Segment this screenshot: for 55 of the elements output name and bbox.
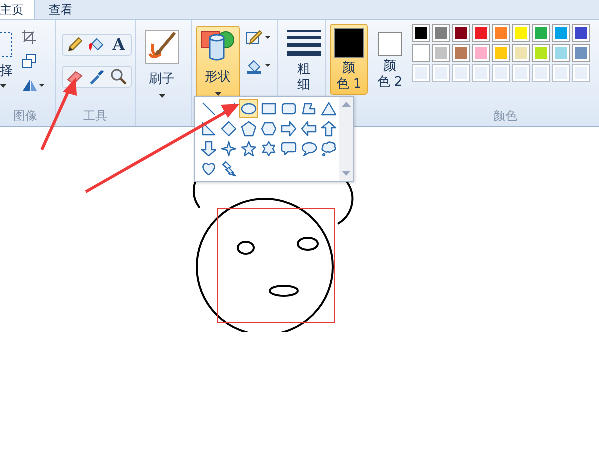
palette-swatch[interactable] [532, 24, 550, 42]
fill-bucket-icon[interactable] [246, 58, 272, 74]
palette-swatch[interactable] [572, 44, 590, 62]
shape-option[interactable] [219, 139, 238, 158]
palette-swatch[interactable] [452, 44, 470, 62]
palette-swatch[interactable] [492, 44, 510, 62]
brush-button[interactable]: 刷子 [140, 26, 184, 102]
nose-outline [269, 285, 299, 297]
ribbon-tab[interactable]: 查看 [49, 0, 81, 19]
caret-icon [0, 84, 7, 88]
line-width-icon [287, 30, 321, 56]
palette-swatch[interactable] [552, 24, 570, 42]
palette-swatch[interactable] [432, 44, 450, 62]
shape-option[interactable] [219, 119, 238, 138]
resize-icon[interactable] [22, 54, 36, 68]
palette-swatch[interactable] [512, 44, 530, 62]
shape-option[interactable] [319, 119, 338, 138]
palette-swatch[interactable] [552, 44, 570, 62]
color-button[interactable]: 颜色 2 [372, 24, 408, 94]
caret-icon [158, 94, 166, 98]
palette-swatch[interactable] [432, 24, 450, 42]
shapes-icon [201, 30, 235, 62]
color-button[interactable]: 颜色 1 [330, 24, 368, 96]
palette-swatch[interactable] [572, 24, 590, 42]
size-button[interactable]: 粗细 [282, 26, 326, 98]
palette-swatch[interactable] [412, 24, 430, 42]
brush-icon [145, 30, 179, 64]
ribbon-tab[interactable]: 主页 [0, 0, 35, 19]
palette-swatch[interactable] [532, 44, 550, 62]
rotate-icon[interactable] [22, 78, 46, 92]
shape-option[interactable] [319, 139, 338, 158]
shape-option[interactable] [239, 139, 258, 158]
palette-swatch[interactable] [412, 44, 430, 62]
text-tool[interactable]: A [110, 36, 128, 54]
group-label: 颜色 [492, 108, 518, 125]
shape-option[interactable] [199, 139, 218, 158]
palette-swatch[interactable] [452, 24, 470, 42]
shape-option[interactable] [279, 119, 298, 138]
eye-outline [237, 241, 255, 255]
crop-icon[interactable] [22, 30, 36, 44]
palette-swatch[interactable] [472, 24, 490, 42]
color-picker-icon[interactable] [88, 68, 106, 86]
palette-swatch[interactable] [512, 24, 530, 42]
pencil-icon[interactable] [66, 36, 84, 54]
eye-outline [297, 237, 319, 251]
palette-swatch[interactable] [492, 24, 510, 42]
group-label: 工具 [82, 108, 108, 125]
shape-option[interactable] [299, 119, 318, 138]
group-label: 图像 [12, 108, 38, 125]
select-label[interactable]: 择 [0, 62, 13, 80]
magnifier-icon[interactable] [110, 68, 128, 86]
outline-pencil-icon[interactable] [246, 30, 272, 46]
palette-swatch[interactable] [472, 44, 490, 62]
shape-option[interactable] [239, 99, 258, 118]
shape-option[interactable] [239, 119, 258, 138]
